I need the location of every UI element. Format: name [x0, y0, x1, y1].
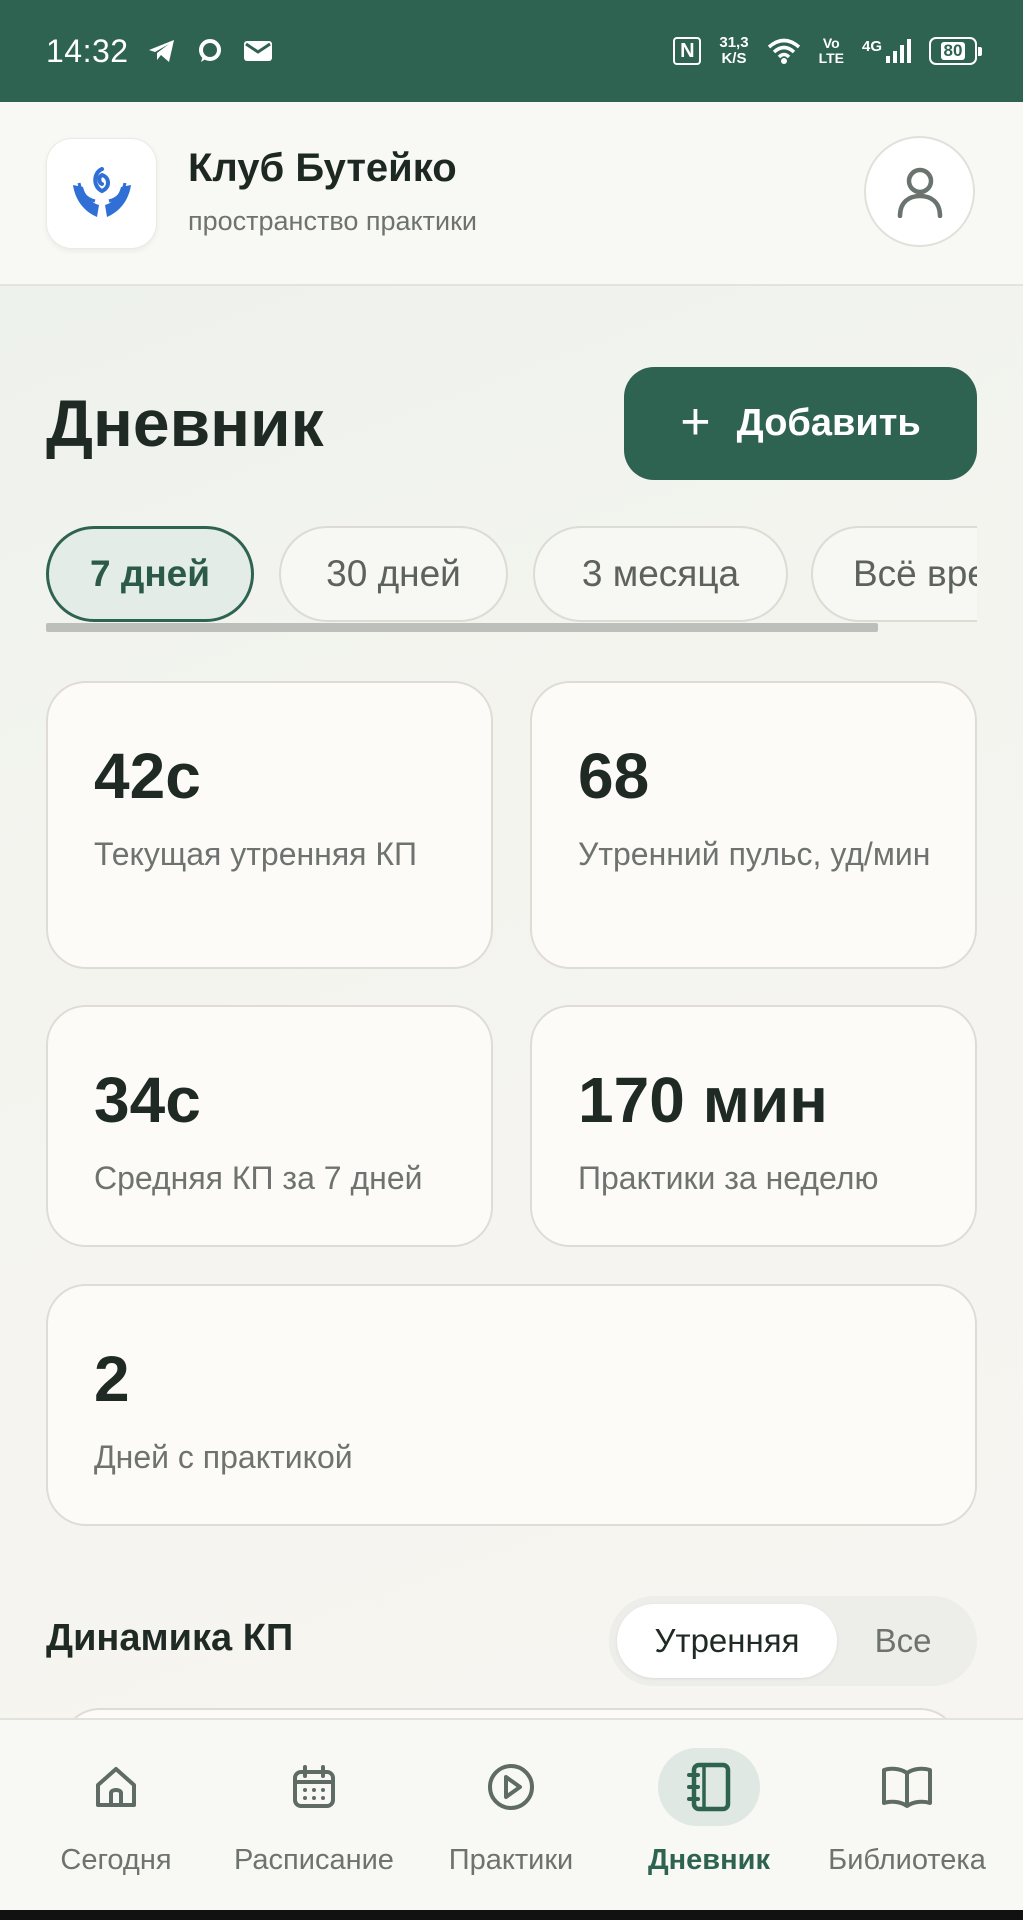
stat-card-weekly-practice[interactable]: 170 мин Практики за неделю — [530, 1005, 977, 1247]
status-notification-icons — [147, 38, 273, 64]
stat-card-practice-days[interactable]: 2 Дней с практикой — [46, 1284, 977, 1526]
hands-logo-icon — [72, 166, 131, 217]
nav-icon-container — [263, 1748, 365, 1826]
wifi-icon — [767, 38, 800, 64]
network-type: 4G — [861, 38, 882, 55]
app-logo[interactable] — [46, 138, 157, 249]
play-circle-icon — [488, 1764, 534, 1810]
nav-icon-container — [856, 1748, 958, 1826]
dynamics-toggle: Утренняя Все — [609, 1596, 977, 1686]
status-bar: 14:32 N 31,3 K/S Vo LTE 4G 80 — [0, 0, 1023, 102]
nav-label: Дневник — [648, 1844, 770, 1876]
profile-button[interactable] — [864, 136, 975, 247]
notebook-icon — [687, 1762, 731, 1812]
network-speed: 31,3 K/S — [719, 35, 748, 67]
status-time: 14:32 — [46, 32, 129, 69]
nav-today[interactable]: Сегодня — [16, 1720, 216, 1912]
stat-value: 170 мин — [578, 1064, 828, 1136]
signal-indicator: 4G — [862, 38, 911, 64]
toggle-all[interactable]: Все — [837, 1604, 969, 1678]
bottom-navigation: Сегодня Расписание Практики Дневник Библ… — [0, 1718, 1023, 1910]
dynamics-title: Динамика КП — [46, 1617, 294, 1659]
volte-bottom: LTE — [818, 50, 844, 66]
stat-label: Средняя КП за 7 дней — [94, 1160, 423, 1196]
status-system-icons: N 31,3 K/S Vo LTE 4G 80 — [673, 35, 982, 67]
speed-value: 31,3 — [719, 34, 749, 51]
nav-diary[interactable]: Дневник — [609, 1720, 809, 1912]
app-subtitle: пространство практики — [188, 206, 477, 236]
battery-icon: 80 — [929, 37, 982, 65]
chip-3-months[interactable]: 3 месяца — [533, 526, 788, 622]
volte-top: Vo — [822, 35, 840, 51]
nav-label: Сегодня — [60, 1844, 172, 1876]
nfc-icon: N — [673, 37, 702, 65]
add-button-label: Добавить — [736, 402, 921, 444]
chips-scrollbar[interactable] — [46, 623, 878, 632]
stat-value: 34с — [94, 1064, 201, 1136]
stat-value: 42с — [94, 740, 201, 812]
chat-bubble-icon — [198, 39, 221, 62]
stat-value: 68 — [578, 740, 650, 812]
system-gesture-bar — [0, 1910, 1023, 1920]
chip-all-time[interactable]: Всё время — [811, 526, 977, 622]
nav-schedule[interactable]: Расписание — [214, 1720, 414, 1912]
stat-label: Дней с практикой — [94, 1439, 353, 1475]
home-icon — [96, 1767, 136, 1807]
nav-label: Библиотека — [828, 1844, 986, 1876]
nav-practices[interactable]: Практики — [411, 1720, 611, 1912]
add-button[interactable]: + Добавить — [624, 367, 977, 480]
volte-indicator: Vo LTE — [819, 36, 844, 66]
telegram-icon — [148, 40, 174, 62]
battery-level: 80 — [940, 42, 966, 60]
stat-card-morning-pulse[interactable]: 68 Утренний пульс, уд/мин — [530, 681, 977, 969]
chip-7-days[interactable]: 7 дней — [46, 526, 254, 622]
nav-label: Практики — [448, 1844, 574, 1876]
plus-icon: + — [680, 392, 711, 451]
speed-unit: K/S — [721, 50, 747, 67]
nav-icon-container — [460, 1748, 562, 1826]
page-title: Дневник — [46, 386, 324, 460]
mail-icon — [243, 41, 272, 61]
stat-label: Практики за неделю — [578, 1160, 879, 1196]
period-filter: 7 дней 30 дней 3 месяца Всё время — [46, 526, 977, 624]
stat-label: Текущая утренняя КП — [94, 836, 418, 872]
signal-icon — [886, 39, 911, 63]
app-header: Клуб Бутейко пространство практики — [0, 102, 1023, 286]
app-name: Клуб Бутейко — [188, 146, 457, 190]
stat-card-average-cp[interactable]: 34с Средняя КП за 7 дней — [46, 1005, 493, 1247]
chip-30-days[interactable]: 30 дней — [279, 526, 508, 622]
nav-library[interactable]: Библиотека — [807, 1720, 1007, 1912]
calendar-icon — [293, 1765, 335, 1808]
nav-icon-container — [65, 1748, 167, 1826]
toggle-morning[interactable]: Утренняя — [617, 1604, 837, 1678]
stat-value: 2 — [94, 1343, 130, 1415]
nav-icon-container — [658, 1748, 760, 1826]
book-open-icon — [882, 1766, 932, 1808]
nav-label: Расписание — [234, 1844, 394, 1876]
user-icon — [897, 167, 942, 218]
stat-label: Утренний пульс, уд/мин — [578, 836, 931, 872]
stat-card-current-morning-cp[interactable]: 42с Текущая утренняя КП — [46, 681, 493, 969]
